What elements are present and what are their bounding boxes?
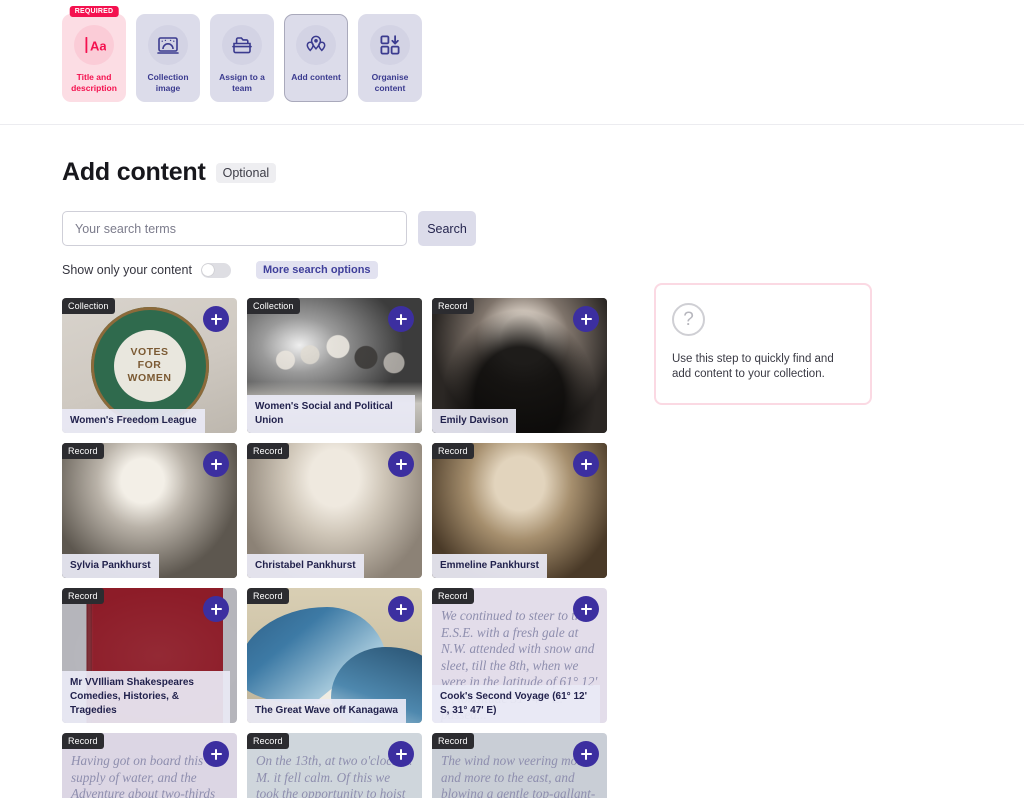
svg-text:Aa: Aa [90,39,106,54]
add-to-collection-button[interactable] [203,451,229,477]
result-type-chip: Collection [247,298,300,314]
result-card[interactable]: The wind now veering more and more to th… [432,733,607,798]
result-type-chip: Collection [62,298,115,314]
result-card-caption: Christabel Pankhurst [247,554,364,578]
result-card[interactable]: Record Sylvia Pankhurst [62,443,237,578]
result-card[interactable]: Record Emmeline Pankhurst [432,443,607,578]
add-to-collection-button[interactable] [388,741,414,767]
badge-text-line: FOR [137,359,162,371]
main-column: Add content Optional Search Show only yo… [62,158,607,798]
question-mark-icon: ? [672,303,705,336]
result-card[interactable]: Record The Great Wave off Kanagawa [247,588,422,723]
step-progress-bar: REQUIRED Aa Title and description Collec… [0,0,1024,125]
page-body: Add content Optional Search Show only yo… [0,125,1024,798]
step-card-label: Assign to a team [219,72,265,93]
result-card-caption: Emmeline Pankhurst [432,554,547,578]
result-card[interactable]: Having got on board this supply of water… [62,733,237,798]
result-type-chip: Record [247,733,289,749]
step-card-title-and-description[interactable]: REQUIRED Aa Title and description [62,6,126,102]
step-card-organise-content[interactable]: Organise content [358,14,422,102]
add-to-collection-button[interactable] [573,741,599,767]
add-to-collection-button[interactable] [203,306,229,332]
step-card-add-content[interactable]: Add content [284,14,348,102]
badge-inner-text: VOTES FOR WOMEN [113,329,186,402]
step-card-assign-to-a-team[interactable]: Assign to a team [210,14,274,102]
show-only-your-content-label: Show only your content [62,263,192,277]
result-card-caption: Emily Davison [432,409,517,433]
result-card-caption: Women's Freedom League [62,409,205,433]
optional-badge: Optional [215,162,277,183]
page-heading-row: Add content Optional [62,158,607,187]
search-button[interactable]: Search [418,211,476,246]
result-type-chip: Record [62,443,104,459]
result-card[interactable]: VOTES FOR WOMEN Collection Women's Freedom L… [62,298,237,433]
image-icon [148,25,188,65]
toggle-knob [202,264,215,276]
result-card-caption: Sylvia Pankhurst [62,554,159,578]
badge-text-line: WOMEN [127,372,172,384]
step-card-label: Title and description [71,72,117,93]
result-type-chip: Record [247,443,289,459]
step-card-label: Add content [291,72,341,82]
help-panel: ? Use this step to quickly find and add … [654,283,872,405]
add-to-collection-button[interactable] [203,596,229,622]
step-list: REQUIRED Aa Title and description Collec… [0,0,1024,102]
result-card[interactable]: On the 13th, at two o'clock A. M. it fel… [247,733,422,798]
result-card-caption: Cook's Second Voyage (61° 12' S, 31° 47'… [432,685,600,723]
search-options-row: Show only your content More search optio… [62,261,607,279]
add-to-collection-button[interactable] [203,741,229,767]
required-badge: REQUIRED [69,6,119,17]
more-search-options-link[interactable]: More search options [255,261,378,279]
badge-text-line: VOTES [130,346,169,358]
help-panel-text: Use this step to quickly find and add co… [672,353,834,380]
result-type-chip: Record [432,443,474,459]
result-card[interactable]: We continued to steer to the E.S.E. with… [432,588,607,723]
result-type-chip: Record [432,733,474,749]
result-type-chip: Record [62,733,104,749]
result-type-chip: Record [432,298,474,314]
result-type-chip: Record [62,588,104,604]
add-to-collection-button[interactable] [573,596,599,622]
map-pins-icon [296,25,336,65]
result-card-caption: The Great Wave off Kanagawa [247,699,406,723]
step-card-label: Organise content [371,72,409,93]
result-card-caption: Women's Social and Political Union [247,395,415,433]
step-card-label: Collection image [147,72,189,93]
search-results-grid: VOTES FOR WOMEN Collection Women's Freedom L… [62,298,607,798]
add-to-collection-button[interactable] [388,306,414,332]
result-card[interactable]: Record Christabel Pankhurst [247,443,422,578]
result-card[interactable]: Record Emily Davison [432,298,607,433]
result-card-caption: Mr VVIlliam Shakespeares Comedies, Histo… [62,671,230,723]
page-title: Add content [62,158,206,186]
result-type-chip: Record [247,588,289,604]
add-to-collection-button[interactable] [388,451,414,477]
search-input[interactable] [62,211,407,246]
step-card-collection-image[interactable]: Collection image [136,14,200,102]
text-format-icon: Aa [74,25,114,65]
result-card[interactable]: Collection Women's Social and Political U… [247,298,422,433]
add-to-collection-button[interactable] [573,451,599,477]
result-card[interactable]: Record Mr VVIlliam Shakespeares Comedies,… [62,588,237,723]
show-only-your-content-toggle[interactable] [200,262,231,278]
search-row: Search [62,211,607,246]
result-type-chip: Record [432,588,474,604]
add-to-collection-button[interactable] [388,596,414,622]
folder-icon [222,25,262,65]
add-to-collection-button[interactable] [573,306,599,332]
grid-sort-icon [370,25,410,65]
